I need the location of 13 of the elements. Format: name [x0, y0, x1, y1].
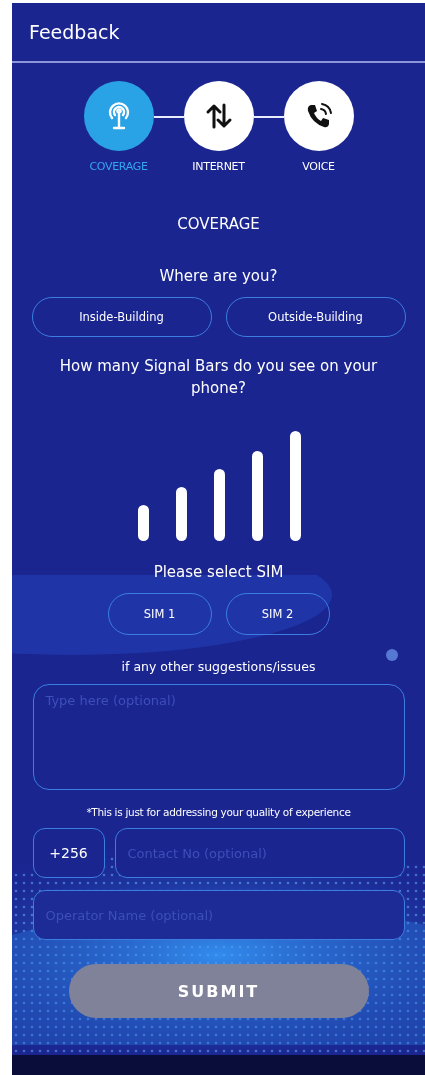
question-text: How many Signal Bars do you see on your phone?: [58, 356, 379, 399]
step-connector: [253, 116, 284, 118]
note-text: *This is just for addressing your quality of experience: [86, 806, 351, 818]
step-label: COVERAGE: [89, 160, 148, 173]
question-text: Where are you?: [159, 267, 278, 285]
step-connector: [153, 116, 184, 118]
step-label: VOICE: [302, 160, 335, 173]
section-heading: COVERAGE: [177, 215, 260, 233]
step-label: INTERNET: [192, 160, 245, 173]
country-code-field[interactable]: +256: [32, 828, 105, 878]
question-text: Please select SIM: [153, 563, 284, 581]
page-title: Feedback: [29, 21, 120, 43]
suggestions-label: if any other suggestions/issues: [121, 659, 316, 674]
